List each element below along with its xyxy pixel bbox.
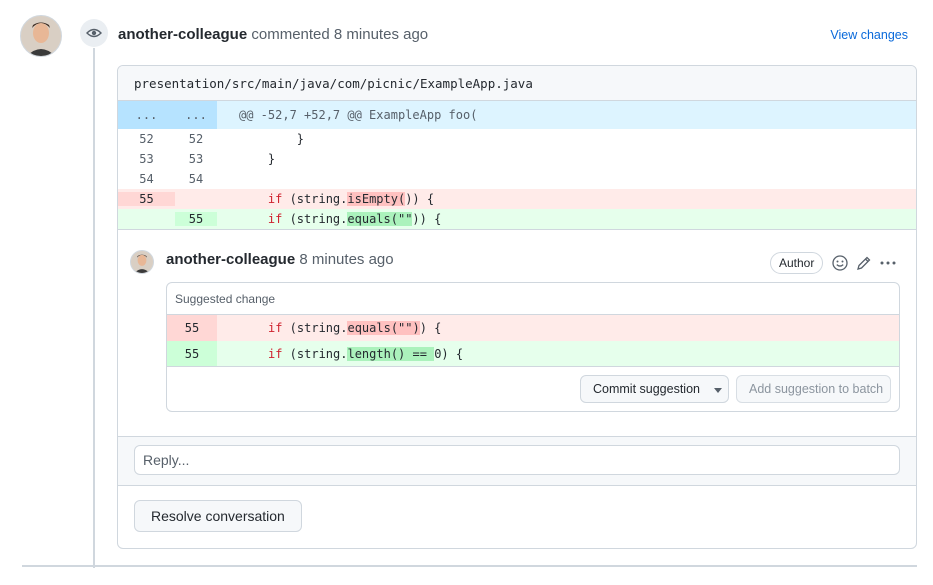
code-text: (string. — [282, 347, 348, 361]
pencil-icon[interactable] — [855, 254, 873, 272]
diff-line-context: 53 53 } — [118, 149, 916, 169]
keyword: if — [268, 321, 283, 335]
code-text: (string. — [282, 321, 348, 335]
code-line: if (string.equals("")) { — [217, 321, 441, 335]
code-text: } — [267, 152, 276, 166]
diff-hunk-header: ... ... @@ -52,7 +52,7 @@ ExampleApp foo… — [118, 101, 916, 129]
keyword: if — [268, 347, 283, 361]
line-number: 55 — [167, 341, 217, 367]
commit-suggestion-button[interactable]: Commit suggestion — [580, 375, 729, 403]
timeline-line — [93, 48, 95, 568]
comment-time[interactable]: 8 minutes ago — [299, 251, 393, 268]
comment-header: another-colleague commented 8 minutes ag… — [118, 26, 428, 43]
added-highlight: length() == — [347, 347, 435, 361]
code-line: } — [217, 152, 275, 166]
code-text: )) { — [412, 212, 442, 226]
suggestion-actions: Commit suggestion Add suggestion to batc… — [167, 366, 899, 411]
added-highlight: equals("" — [347, 212, 413, 226]
suggestion-removed-line: 55 if (string.equals("")) { — [167, 315, 899, 341]
review-thread-card: presentation/src/main/java/com/picnic/Ex… — [117, 65, 917, 549]
code-text: } — [296, 132, 305, 146]
suggestion-added-line: 55 if (string.length() == 0) { — [167, 341, 899, 367]
keyword: if — [267, 192, 283, 206]
code-line: if (string.length() == 0) { — [217, 347, 463, 361]
expand-left[interactable]: ... — [118, 101, 175, 129]
code-line: if (string.isEmpty()) { — [217, 192, 434, 206]
code-line: } — [217, 132, 304, 146]
code-text: ) { — [441, 347, 464, 361]
code-line: if (string.equals("")) { — [217, 212, 441, 226]
keyword: if — [267, 212, 283, 226]
author-badge: Author — [770, 252, 824, 274]
resolve-conversation-button[interactable]: Resolve conversation — [134, 500, 302, 532]
diff-line-removed: 55 if (string.isEmpty()) { — [118, 189, 916, 209]
suggested-change-title: Suggested change — [167, 283, 899, 315]
old-line-number[interactable]: 55 — [118, 192, 175, 206]
code-text: (string. — [282, 212, 348, 226]
code-text: (string. — [282, 192, 348, 206]
caret-down-icon — [714, 382, 722, 396]
line-number: 55 — [167, 315, 217, 341]
code-text: ) { — [419, 321, 442, 335]
code-text: )) { — [405, 192, 435, 206]
reply-area — [118, 436, 916, 486]
comment-avatar[interactable] — [130, 250, 154, 274]
file-path[interactable]: presentation/src/main/java/com/picnic/Ex… — [118, 66, 916, 101]
diff-line-context: 54 54 — [118, 169, 916, 189]
comment-action: commented 8 minutes ago — [251, 26, 429, 43]
reply-input[interactable] — [134, 445, 900, 475]
avatar[interactable] — [20, 15, 62, 57]
author-link[interactable]: another-colleague — [118, 26, 247, 43]
diff-line-context: 52 52 } — [118, 129, 916, 149]
old-line-number[interactable]: 53 — [118, 152, 175, 166]
suggested-change-box: Suggested change 55 if (string.equals(""… — [166, 282, 900, 412]
commit-suggestion-label: Commit suggestion — [593, 382, 700, 396]
old-line-number[interactable]: 52 — [118, 132, 175, 146]
comment-thread: another-colleague 8 minutes ago Author S… — [118, 229, 916, 437]
smiley-icon[interactable] — [831, 254, 849, 272]
kebab-menu-icon[interactable] — [879, 254, 897, 272]
new-line-number[interactable]: 54 — [175, 172, 217, 186]
removed-highlight: equals("") — [347, 321, 420, 335]
add-suggestion-to-batch-button[interactable]: Add suggestion to batch — [736, 375, 891, 403]
comment-author-link[interactable]: another-colleague — [166, 251, 295, 268]
diff-line-added: 55 if (string.equals("")) { — [118, 209, 916, 229]
diff-lines: 52 52 } 53 53 } 54 54 55 if (string.isEmpty())… — [118, 129, 916, 229]
eye-icon — [80, 19, 108, 47]
comment-meta: another-colleague 8 minutes ago — [166, 251, 394, 268]
old-line-number[interactable]: 54 — [118, 172, 175, 186]
new-line-number[interactable]: 55 — [175, 212, 217, 226]
expand-right[interactable]: ... — [175, 101, 217, 129]
new-line-number[interactable]: 52 — [175, 132, 217, 146]
hunk-text: @@ -52,7 +52,7 @@ ExampleApp foo( — [239, 108, 478, 122]
divider — [22, 565, 917, 567]
removed-highlight: isEmpty( — [347, 192, 406, 206]
new-line-number[interactable]: 53 — [175, 152, 217, 166]
view-changes-link[interactable]: View changes — [830, 28, 908, 42]
